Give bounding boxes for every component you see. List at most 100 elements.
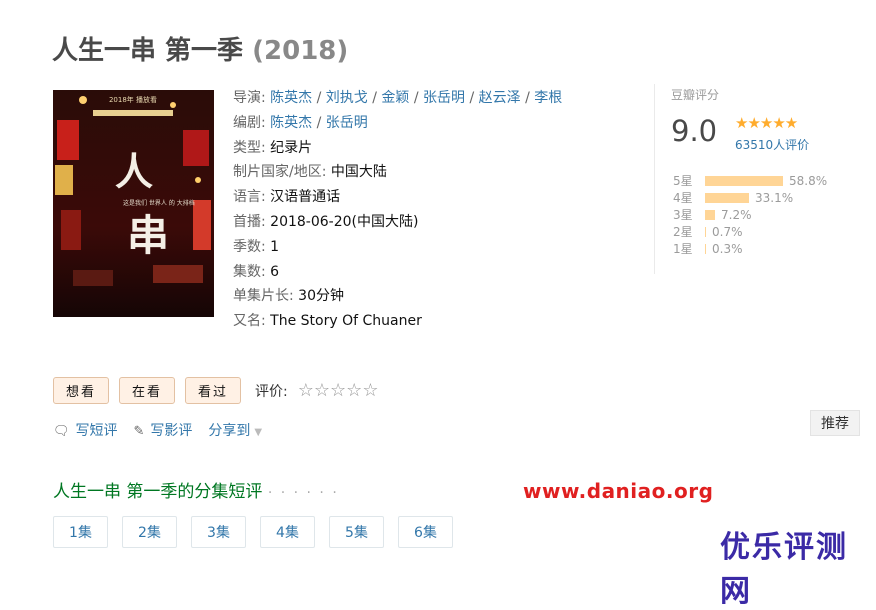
rating-bar-percent: 0.3% [712,241,743,256]
rating-bar-label: 5星 [673,174,693,188]
poster-image[interactable]: 2018年 播放看 人 串 这是我们 世界人 的 大排档 [53,90,214,317]
rating-bar-label: 3星 [673,208,693,222]
poster-top-text: 2018年 播放看 [109,95,157,104]
page-title: 人生一串 第一季 (2018) [52,30,348,67]
rating-bar [705,192,749,203]
writer-link[interactable]: 陈英杰 [270,115,312,131]
share-link[interactable]: 分享到 ▼ [208,420,262,440]
rating-bar [705,226,706,237]
episode-list: 1集 2集 3集 4集 5集 6集 [53,516,453,548]
writer-row: 编剧: 陈英杰 / 张岳明 [233,111,562,136]
rate-stars-input[interactable]: ☆☆☆☆☆ [298,380,379,401]
action-bar: 想看 在看 看过 评价: ☆☆☆☆☆ [53,377,378,404]
seasons-value: 1 [270,238,280,255]
rating-score: 9.0 [671,114,718,148]
share-label: 分享到 [208,423,251,439]
poster-tagline: 这是我们 世界人 的 大排档 [123,199,195,207]
separator: / [312,114,326,131]
poster-calligraphy-2: 串 [127,211,169,260]
language-value: 汉语普通话 [270,189,341,206]
director-link[interactable]: 陈英杰 [270,90,312,106]
director-link[interactable]: 张岳明 [423,90,465,106]
runtime-value: 30分钟 [298,288,344,305]
seasons-row: 季数: 1 [233,235,562,260]
separator: / [409,90,424,106]
rating-bar-row: 5星 58.8% [673,172,827,189]
watermark-brand: 优乐评测网 [720,530,848,609]
rating-bar-row: 4星 33.1% [673,189,827,206]
director-link[interactable]: 金颖 [381,90,409,106]
pencil-icon: ✎ [133,424,145,439]
review-links: 🗨 写短评 ✎ 写影评 分享到 ▼ [53,420,262,440]
separator: / [465,90,479,106]
genre-row: 类型: 纪录片 [233,136,562,161]
director-link[interactable]: 赵云泽 [479,90,521,106]
short-review-label: 写短评 [75,423,118,439]
episode-button[interactable]: 2集 [122,516,177,548]
separator: / [367,90,382,106]
country-label: 制片国家/地区: [233,164,327,181]
watermark-site: www.daniao.org [523,479,714,503]
rating-bar-row: 2星 0.7% [673,223,827,240]
country-row: 制片国家/地区: 中国大陆 [233,160,562,185]
comment-icon: 🗨 [53,424,70,439]
info-panel: 导演: 陈英杰 / 刘执戈 / 金颖 / 张岳明 / 赵云泽 / 李根 编剧: … [233,86,562,334]
premiere-value: 2018-06-20(中国大陆) [270,213,419,230]
want-to-watch-button[interactable]: 想看 [53,377,110,404]
review-label: 写影评 [150,423,193,439]
director-list: 陈英杰 / 刘执戈 / 金颖 / 张岳明 / 赵云泽 / 李根 [270,90,562,106]
series-title: 人生一串 第一季 [52,36,244,66]
rating-bar [705,175,783,186]
rating-votes-link[interactable]: 63510人评价 [735,136,809,153]
director-label: 导演: [233,90,266,106]
rating-bar-row: 1星 0.3% [673,240,827,257]
rating-bar-percent: 0.7% [712,224,743,239]
runtime-label: 单集片长: [233,288,294,305]
write-review-link[interactable]: ✎ 写影评 [134,420,193,440]
episode-button[interactable]: 4集 [260,516,315,548]
episodes-value: 6 [270,263,280,280]
writer-list: 陈英杰 / 张岳明 [270,115,368,131]
country-value: 中国大陆 [330,164,387,181]
poster-calligraphy-1: 人 [115,149,153,194]
director-link[interactable]: 刘执戈 [326,90,368,106]
genre-label: 类型: [233,139,266,156]
aka-row: 又名: The Story Of Chuaner [233,309,562,334]
episode-button[interactable]: 3集 [191,516,246,548]
rating-bar [705,243,706,254]
watched-button[interactable]: 看过 [185,377,242,404]
write-short-review-link[interactable]: 🗨 写短评 [53,420,118,440]
episodes-row: 集数: 6 [233,260,562,285]
director-row: 导演: 陈英杰 / 刘执戈 / 金颖 / 张岳明 / 赵云泽 / 李根 [233,86,562,111]
episode-button[interactable]: 1集 [53,516,108,548]
heading-dots: · · · · · · [267,485,339,501]
rating-bar-percent: 33.1% [755,190,794,205]
director-link[interactable]: 李根 [534,90,562,106]
poster-art: 2018年 播放看 人 串 这是我们 世界人 的 大排档 [53,90,214,317]
rating-stars-icon: ★★★★★ [735,114,798,132]
rating-title: 豆瓣评分 [671,88,720,102]
language-label: 语言: [233,189,266,206]
rating-bar-label: 2星 [673,225,693,239]
separator: / [520,90,535,106]
rating-panel: 豆瓣评分 9.0 ★★★★★ 63510人评价 5星 58.8% 4星 33.1% 3星… [654,84,871,274]
rating-bar-percent: 58.8% [789,173,828,188]
rate-label: 评价: [255,383,288,400]
rating-bar-label: 1星 [673,242,693,256]
separator: / [312,90,326,106]
aka-value: The Story Of Chuaner [270,313,422,330]
episode-reviews-heading: 人生一串 第一季的分集短评 · · · · · · [53,477,339,502]
writer-label: 编剧: [233,114,266,131]
watching-button[interactable]: 在看 [119,377,176,404]
episode-button[interactable]: 5集 [329,516,384,548]
episode-reviews-title: 人生一串 第一季的分集短评 [53,482,263,502]
episode-button[interactable]: 6集 [398,516,453,548]
rating-bar-percent: 7.2% [721,207,752,222]
rating-bar-label: 4星 [673,191,693,205]
recommend-button[interactable]: 推荐 [810,410,860,436]
genre-value: 纪录片 [270,139,313,156]
language-row: 语言: 汉语普通话 [233,185,562,210]
writer-link[interactable]: 张岳明 [326,115,368,131]
rating-bar-row: 3星 7.2% [673,206,827,223]
premiere-row: 首播: 2018-06-20(中国大陆) [233,210,562,235]
